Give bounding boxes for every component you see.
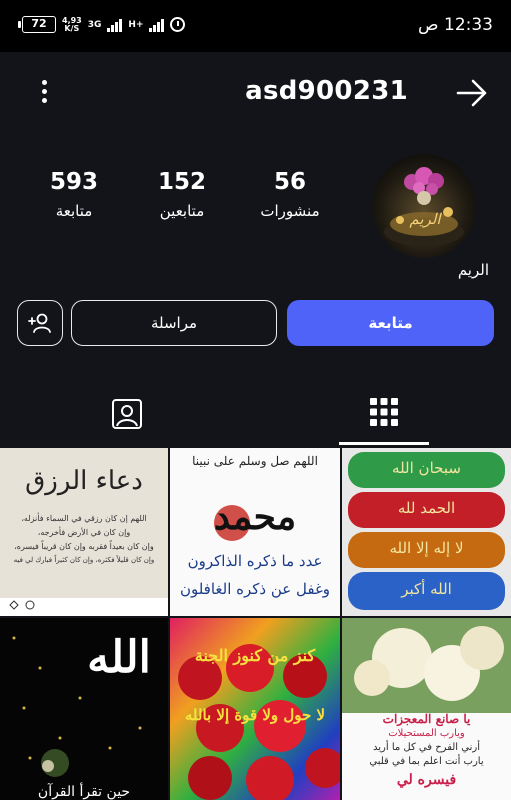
avatar-text: الريم bbox=[409, 210, 441, 228]
post-1-line-3: وإن كان بعيداً فقربه وإن كان قريباً فيسر… bbox=[14, 542, 154, 551]
profile-avatar[interactable]: الريم bbox=[372, 154, 476, 258]
post-6-line-2: ويارب المستحيلات bbox=[388, 728, 465, 739]
avatar-image bbox=[372, 154, 476, 258]
add-person-icon bbox=[28, 313, 51, 333]
battery-indicator: 72 bbox=[18, 16, 56, 33]
suggested-users-button[interactable] bbox=[17, 300, 63, 346]
message-button[interactable]: مراسلة bbox=[71, 300, 277, 346]
posts-label: منشورات bbox=[260, 202, 320, 220]
alarm-icon bbox=[170, 17, 186, 32]
post-1-line-1: اللهم إن كان رزقي في السماء فأنزله، bbox=[21, 514, 147, 523]
stat-followers[interactable]: 152 متابعين bbox=[132, 167, 232, 223]
post-6-line-4: يارب أنت اعلم بما في قلبي bbox=[369, 756, 484, 767]
post-thumbnail-6[interactable]: يا صانع المعجزات ويارب المستحيلات أرني ا… bbox=[342, 618, 511, 800]
stat-following[interactable]: 593 متابعة bbox=[24, 167, 124, 223]
post-3-line-2: الحمد لله bbox=[397, 499, 456, 517]
followers-label: متابعين bbox=[159, 202, 205, 220]
following-label: متابعة bbox=[55, 202, 93, 220]
post-5-line-1: كنز من كنوز الجنة bbox=[194, 646, 316, 665]
posts-grid: دعاء الرزق اللهم إن كان رزقي في السماء ف… bbox=[0, 448, 511, 800]
post-4-bottom: حين تقرأ القرآن bbox=[37, 784, 131, 800]
post-2-title: محمد bbox=[213, 496, 297, 538]
tagged-person-icon bbox=[112, 398, 142, 429]
post-1-line-2: وإن كان في الأرض فأخرجه، bbox=[37, 528, 131, 537]
tab-tagged[interactable] bbox=[82, 382, 172, 445]
signal-icon-2 bbox=[149, 18, 165, 32]
post-1-title: دعاء الرزق bbox=[25, 466, 143, 496]
profile-display-name: الريم bbox=[457, 261, 489, 279]
post-6-line-1: يا صانع المعجزات bbox=[382, 712, 471, 726]
post-3-line-1: سبحان الله bbox=[392, 459, 461, 477]
back-arrow-icon[interactable] bbox=[455, 76, 489, 110]
profile-tabs bbox=[0, 382, 511, 448]
tab-posts-grid[interactable] bbox=[339, 382, 429, 445]
post-thumbnail-3[interactable]: سبحان الله الحمد لله لا إله إلا الله الل… bbox=[342, 448, 511, 616]
signal-icon bbox=[107, 18, 123, 32]
post-2-top: اللهم صل وسلم على نبينا bbox=[192, 454, 318, 468]
post-thumbnail-2[interactable]: اللهم صل وسلم على نبينا محمد عدد ما ذكره… bbox=[170, 448, 340, 616]
more-options-icon[interactable] bbox=[32, 80, 56, 106]
network-type-1: 3G bbox=[87, 19, 102, 30]
post-2-line-1: عدد ما ذكره الذاكرون bbox=[187, 552, 323, 570]
post-4-title: الله bbox=[87, 632, 151, 683]
post-6-line-3: أرني الفرح في كل ما أريد bbox=[373, 742, 480, 753]
followers-count: 152 bbox=[157, 169, 206, 195]
network-speed: 4,93 K/S bbox=[62, 16, 82, 33]
post-5-line-2: لا حول ولا قوة إلا بالله bbox=[184, 706, 326, 724]
post-3-line-4: الله أكبر bbox=[401, 580, 452, 598]
top-bar: asd900231 bbox=[0, 52, 511, 132]
status-icons: 72 4,93 K/S 3G H+ bbox=[18, 16, 186, 33]
status-bar: 72 4,93 K/S 3G H+ 12:33 ص bbox=[0, 0, 511, 52]
posts-count: 56 bbox=[273, 169, 306, 195]
post-thumbnail-1[interactable]: دعاء الرزق اللهم إن كان رزقي في السماء ف… bbox=[0, 448, 168, 616]
post-3-line-3: لا إله إلا الله bbox=[389, 539, 464, 557]
following-count: 593 bbox=[49, 169, 98, 195]
post-1-line-4: وإن كان قليلاً فكثره، وإن كان كثيراً فبا… bbox=[13, 556, 155, 564]
network-type-2: H+ bbox=[128, 19, 144, 30]
post-2-line-2: وغفل عن ذكره الغافلون bbox=[179, 580, 331, 598]
network-speed-unit: K/S bbox=[64, 23, 80, 33]
profile-username: asd900231 bbox=[245, 76, 408, 106]
post-thumbnail-4[interactable]: الله حين تقرأ القرآن bbox=[0, 618, 168, 800]
post-6-line-5: فيسره لي bbox=[396, 772, 457, 788]
profile-screen: asd900231 الريم الريم 56 منشورات 152 متا… bbox=[0, 52, 511, 800]
post-thumbnail-5[interactable]: كنز من كنوز الجنة لا حول ولا قوة إلا بال… bbox=[170, 618, 340, 800]
grid-icon bbox=[370, 398, 398, 426]
status-time: 12:33 ص bbox=[418, 15, 493, 35]
stat-posts[interactable]: 56 منشورات bbox=[240, 167, 340, 223]
follow-button[interactable]: متابعة bbox=[287, 300, 494, 346]
